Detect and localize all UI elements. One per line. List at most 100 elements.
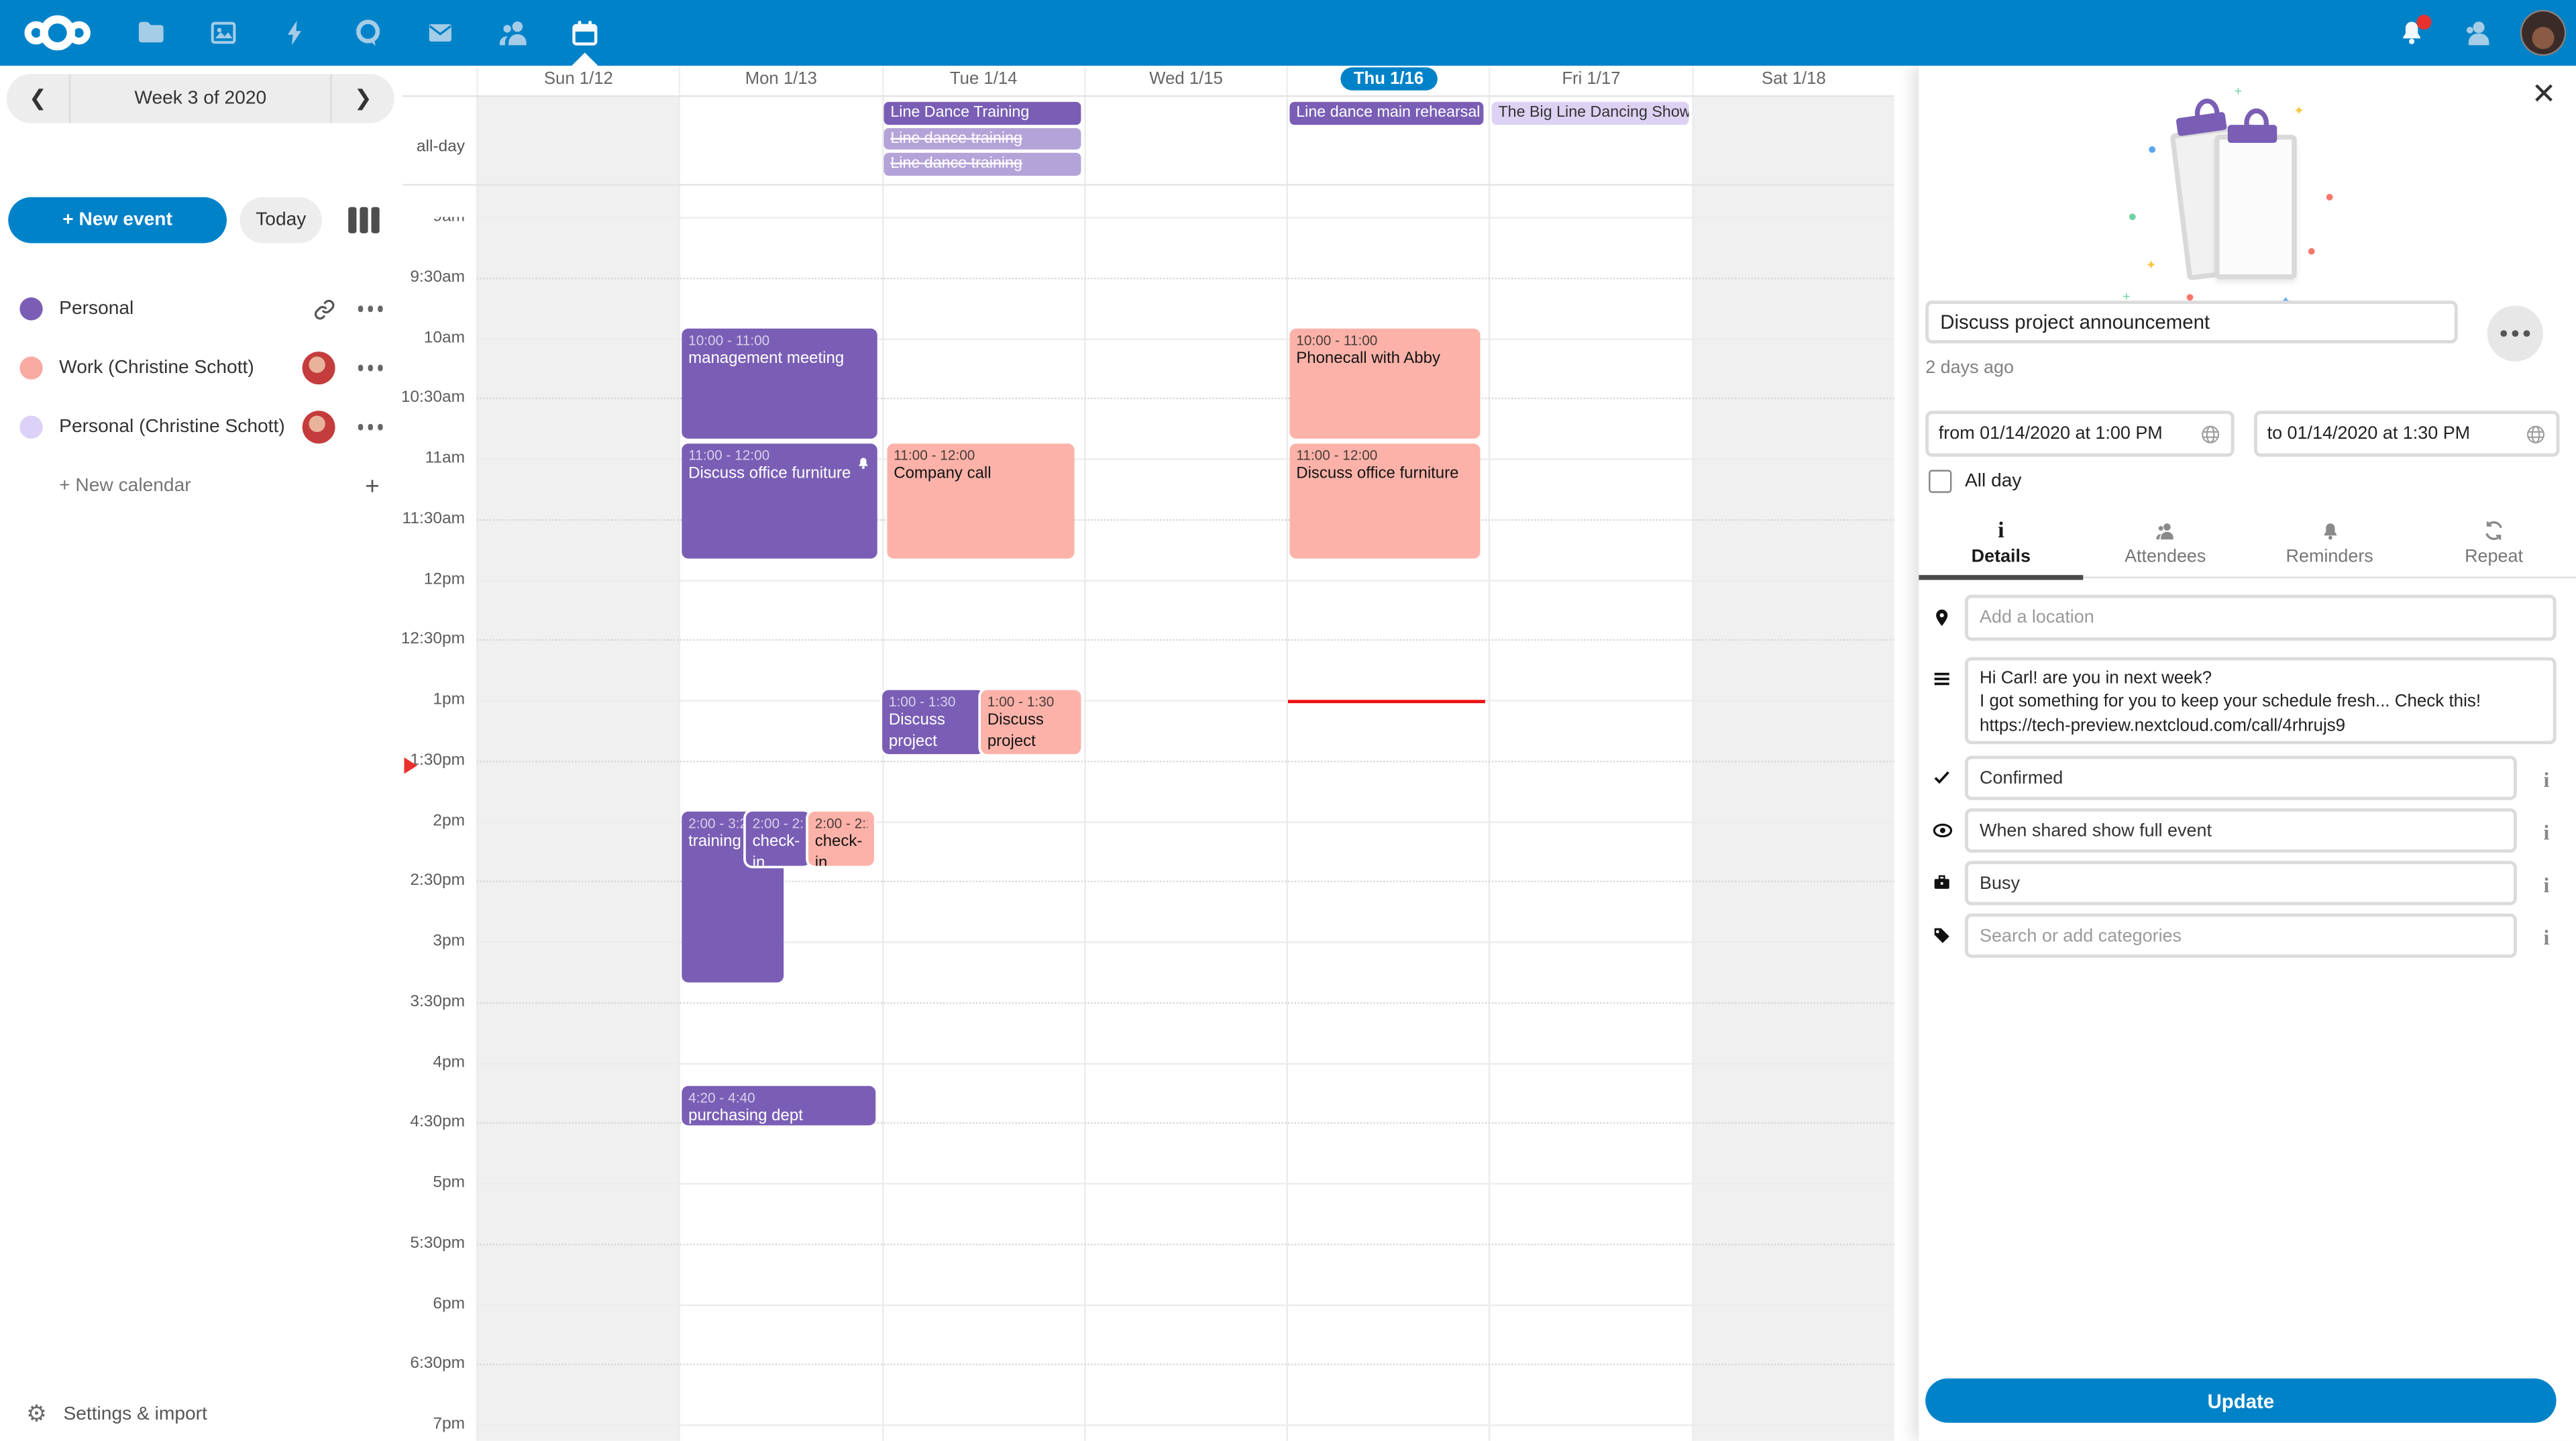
event-title-input[interactable] [1925, 301, 2457, 343]
shared-by-avatar [301, 352, 334, 384]
day-header[interactable]: Mon 1/13 [679, 66, 881, 95]
calendar-event[interactable]: 4:20 - 4:40 purchasing dept [682, 1086, 875, 1126]
tab-repeat[interactable]: Repeat [2412, 506, 2576, 576]
freebusy-select[interactable]: Busy [1965, 861, 2517, 905]
mail-icon[interactable] [404, 0, 476, 66]
tab-details[interactable]: i Details [1919, 506, 2083, 576]
all-day-checkbox[interactable] [1929, 470, 1951, 492]
update-button[interactable]: Update [1925, 1379, 2556, 1423]
all-day-event[interactable]: Line dance training [884, 153, 1081, 175]
attendees-icon [2152, 521, 2178, 542]
new-event-button[interactable]: + New event [8, 197, 227, 244]
files-icon[interactable] [115, 0, 187, 66]
time-label: 4:30pm [410, 1114, 465, 1132]
time-label: 9am [433, 217, 465, 225]
tab-reminders[interactable]: Reminders [2247, 506, 2412, 576]
calendar-event[interactable]: 11:00 - 12:00 Discuss office furniture [682, 443, 877, 558]
day-header[interactable]: Wed 1/15 [1084, 66, 1287, 95]
timezone-globe-icon[interactable] [2200, 423, 2221, 445]
calendar-event[interactable]: 2:00 - 2:20 check-in [808, 812, 874, 866]
calendar-actions-icon[interactable] [358, 365, 383, 371]
status-info-icon[interactable]: i [2517, 756, 2576, 794]
all-day-event[interactable]: Line Dance Training [884, 102, 1081, 125]
top-navigation-bar [0, 0, 2576, 66]
time-label: 1:30pm [410, 751, 465, 769]
activity-icon[interactable] [260, 0, 332, 66]
time-label: 10am [424, 329, 465, 347]
event-editor-panel: ✕ + ✦ ✦ + ✦ 2 days ago from 01/1 [1919, 66, 2576, 1441]
next-week-button[interactable]: ❯ [332, 85, 394, 111]
freebusy-briefcase-icon [1919, 861, 1965, 892]
calendar-item-work-christine[interactable]: Work (Christine Schott) [0, 338, 402, 397]
today-button[interactable]: Today [240, 197, 322, 244]
calendar-actions-icon[interactable] [358, 424, 383, 430]
calendar-actions-icon[interactable] [358, 306, 383, 312]
calendar-event[interactable]: 11:00 - 12:00 Company call [887, 443, 1074, 558]
topbar-right [2379, 0, 2576, 66]
day-header[interactable]: Sat 1/18 [1692, 66, 1894, 95]
location-pin-icon [1919, 595, 1965, 629]
timezone-globe-icon[interactable] [2525, 423, 2546, 445]
calendar-event[interactable]: 11:00 - 12:00 Discuss office furniture [1289, 443, 1480, 558]
time-label: 4pm [433, 1053, 465, 1071]
calendar-event[interactable]: 10:00 - 11:00 management meeting [682, 329, 877, 439]
all-day-event[interactable]: Line dance training [884, 127, 1081, 150]
week-view-grid: Sun 1/12Mon 1/13Tue 1/14Wed 1/15Thu 1/16… [402, 66, 1919, 1441]
status-select[interactable]: Confirmed [1965, 756, 2517, 800]
calendar-event[interactable]: 10:00 - 11:00 Phonecall with Abby [1289, 329, 1480, 439]
photos-icon[interactable] [187, 0, 260, 66]
time-label: 3:30pm [410, 993, 465, 1011]
categories-input[interactable] [1965, 914, 2517, 958]
description-icon [1919, 657, 1965, 689]
all-day-event[interactable]: Line dance main rehearsal [1289, 102, 1483, 125]
tab-attendees[interactable]: Attendees [2083, 506, 2247, 576]
close-icon[interactable]: ✕ [2532, 79, 2557, 109]
last-modified-label: 2 days ago [1925, 358, 2014, 378]
time-label: 6pm [433, 1295, 465, 1313]
calendar-event[interactable]: 1:00 - 1:30 Discuss project announcement [882, 690, 984, 755]
event-illustration: + ✦ ✦ + ✦ [2149, 102, 2346, 299]
calendar-list: Personal Work (Christine Schott) Persona… [0, 279, 402, 516]
settings-import-button[interactable]: ⚙ Settings & import [26, 1401, 207, 1428]
user-avatar[interactable] [2510, 0, 2576, 66]
week-view-icon[interactable] [348, 207, 380, 233]
all-day-event[interactable]: The Big Line Dancing Show [1492, 102, 1689, 125]
calendar-item-personal[interactable]: Personal [0, 279, 402, 338]
talk-icon[interactable] [332, 0, 405, 66]
calendar-color-dot [19, 297, 42, 320]
end-datetime-field[interactable]: to 01/14/2020 at 1:30 PM [2254, 411, 2560, 457]
calendar-event[interactable]: 2:00 - 2:20 check-in [746, 812, 810, 866]
freebusy-info-icon[interactable]: i [2517, 861, 2576, 898]
notifications-bell-icon[interactable] [2379, 0, 2445, 66]
day-header-row: Sun 1/12Mon 1/13Tue 1/14Wed 1/15Thu 1/16… [402, 66, 1894, 95]
visibility-select[interactable]: When shared show full event [1965, 808, 2517, 853]
calendar-item-personal-christine[interactable]: Personal (Christine Schott) [0, 398, 402, 457]
location-input[interactable] [1965, 595, 2557, 641]
event-more-actions-button[interactable] [2487, 306, 2543, 362]
federation-contacts-icon[interactable] [2445, 0, 2510, 66]
new-calendar-button[interactable]: + New calendar + [0, 457, 402, 516]
events-layer: 10:00 - 11:00 management meeting 11:00 -… [476, 184, 1894, 1440]
calendar-event[interactable]: 1:00 - 1:30 Discuss project [981, 690, 1081, 755]
editor-tabs: i Details Attendees Reminders Repeat [1919, 506, 2576, 578]
day-header[interactable]: Thu 1/16 [1287, 66, 1489, 95]
time-label: 5pm [433, 1174, 465, 1192]
calendar-icon[interactable] [549, 0, 621, 66]
previous-week-button[interactable]: ❮ [7, 85, 69, 111]
time-label: 9:30am [410, 268, 465, 286]
start-datetime-field[interactable]: from 01/14/2020 at 1:00 PM [1925, 411, 2234, 457]
bell-icon [2319, 521, 2341, 542]
contacts-icon[interactable] [476, 0, 549, 66]
visibility-info-icon[interactable]: i [2517, 808, 2576, 846]
categories-info-icon[interactable]: i [2517, 914, 2576, 951]
week-label[interactable]: Week 3 of 2020 [69, 74, 332, 123]
time-label: 1pm [433, 691, 465, 709]
day-header[interactable]: Fri 1/17 [1489, 66, 1692, 95]
day-header[interactable]: Tue 1/14 [881, 66, 1084, 95]
nextcloud-calendar-app: ❮ Week 3 of 2020 ❯ + New event Today Per… [0, 0, 2576, 1441]
share-link-icon[interactable] [313, 298, 335, 319]
day-header[interactable]: Sun 1/12 [476, 66, 679, 95]
nextcloud-logo[interactable] [19, 10, 95, 56]
description-textarea[interactable]: Hi Carl! are you in next week? I got som… [1965, 657, 2557, 745]
time-label: 3pm [433, 932, 465, 951]
